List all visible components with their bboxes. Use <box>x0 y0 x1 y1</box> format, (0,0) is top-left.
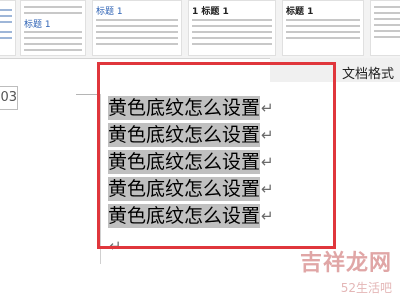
style-card-2[interactable]: 标题 1 <box>92 0 182 56</box>
watermark-sub: 52生活吧 <box>340 281 392 295</box>
style-gallery: 标题 1 标题 1 1 标题 1 标题 1 <box>0 0 400 59</box>
style-card-title: 标题 1 <box>24 20 51 30</box>
style-card-title: 1 标题 1 <box>192 7 229 17</box>
tab-document-format[interactable]: 文档格式 <box>342 63 394 82</box>
style-card-1[interactable]: 标题 1 <box>20 0 86 56</box>
watermark-brand: 吉祥龙网 <box>299 251 392 276</box>
style-card-5[interactable] <box>370 0 400 56</box>
annotation-highlight-box <box>97 62 336 249</box>
style-card-title: 标题 1 <box>96 7 123 17</box>
style-card-3[interactable]: 1 标题 1 <box>188 0 276 56</box>
style-card-0[interactable] <box>0 0 16 56</box>
style-card-4[interactable]: 标题 1 <box>282 0 364 56</box>
watermark: 吉祥龙网 52生活吧 <box>300 245 392 296</box>
page-number-box: 03 <box>0 86 18 110</box>
style-card-title: 标题 1 <box>286 7 314 17</box>
